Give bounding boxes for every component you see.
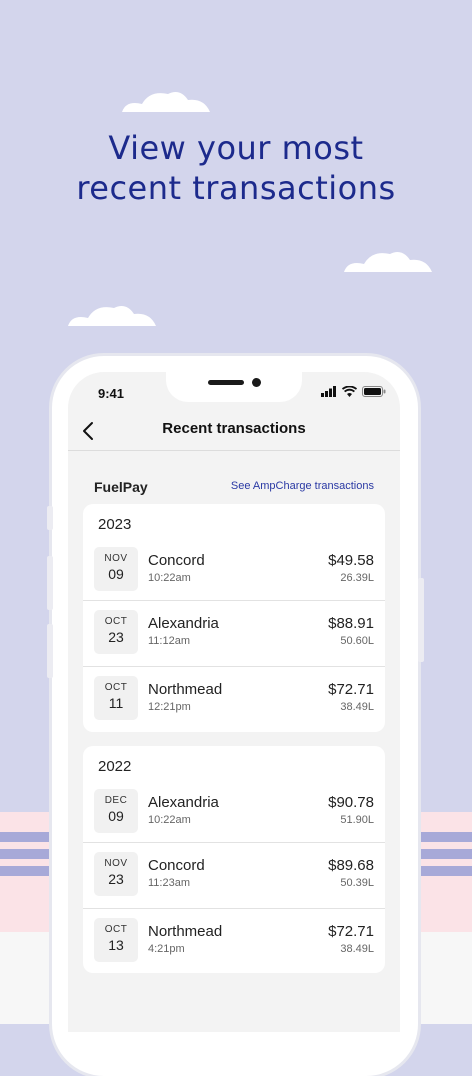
year-card-2022: 2022 DEC 09 Alexandria 10:22am $90.78 51.… [83,746,385,973]
date-badge: NOV 23 [94,852,138,896]
date-badge: OCT 11 [94,676,138,720]
station-name: Northmead [148,923,223,940]
section-title: FuelPay [94,479,148,495]
fuel-litres: 51.90L [340,814,374,826]
year-card-2023: 2023 NOV 09 Concord 10:22am $49.58 26.39L… [83,504,385,732]
transaction-amount: $72.71 [328,923,374,940]
transaction-amount: $89.68 [328,857,374,874]
transaction-row[interactable]: OCT 13 Northmead 4:21pm $72.71 38.49L [83,908,385,975]
fuel-litres: 38.49L [340,943,374,955]
transaction-time: 12:21pm [148,701,191,713]
transaction-amount: $90.78 [328,794,374,811]
transaction-row[interactable]: OCT 11 Northmead 12:21pm $72.71 38.49L [83,666,385,733]
cloud-icon [344,252,432,272]
transaction-row[interactable]: DEC 09 Alexandria 10:22am $90.78 51.90L [83,780,385,846]
transaction-row[interactable]: NOV 23 Concord 11:23am $89.68 50.39L [83,842,385,909]
phone-screen: 9:41 Recent transactions FuelPay See Amp… [68,372,400,1032]
wifi-icon [342,386,357,397]
transaction-time: 10:22am [148,814,191,826]
transaction-amount: $72.71 [328,681,374,698]
ampcharge-link[interactable]: See AmpCharge transactions [231,480,374,492]
phone-side-button [47,556,53,610]
station-name: Concord [148,552,205,569]
nav-bar: Recent transactions [68,412,400,451]
cloud-icon [122,92,210,112]
battery-icon [362,386,386,397]
hero-title: View your most recent transactions [0,128,472,208]
phone-side-button [418,578,424,662]
date-badge: DEC 09 [94,789,138,833]
transaction-time: 4:21pm [148,943,185,955]
year-label: 2022 [98,758,132,775]
status-icons [321,386,386,397]
station-name: Alexandria [148,615,219,632]
fuel-litres: 50.39L [340,877,374,889]
transaction-time: 10:22am [148,572,191,584]
station-name: Northmead [148,681,223,698]
transaction-row[interactable]: NOV 09 Concord 10:22am $49.58 26.39L [83,538,385,604]
station-name: Alexandria [148,794,219,811]
fuel-litres: 38.49L [340,701,374,713]
transaction-time: 11:12am [148,635,190,647]
transaction-row[interactable]: OCT 23 Alexandria 11:12am $88.91 50.60L [83,600,385,667]
notch [166,372,302,402]
date-badge: OCT 13 [94,918,138,962]
phone-side-button [47,506,53,530]
signal-icon [321,386,336,397]
transaction-amount: $88.91 [328,615,374,632]
station-name: Concord [148,857,205,874]
fuel-litres: 26.39L [340,572,374,584]
year-label: 2023 [98,516,132,533]
date-badge: NOV 09 [94,547,138,591]
fuel-litres: 50.60L [340,635,374,647]
phone-side-button [47,624,53,678]
status-time: 9:41 [98,386,125,401]
date-badge: OCT 23 [94,610,138,654]
hero-title-line-1: View your most [108,129,364,167]
hero-title-line-2: recent transactions [76,169,396,207]
page-title: Recent transactions [162,420,306,437]
cloud-icon [68,306,156,326]
transaction-time: 11:23am [148,877,190,889]
transaction-amount: $49.58 [328,552,374,569]
